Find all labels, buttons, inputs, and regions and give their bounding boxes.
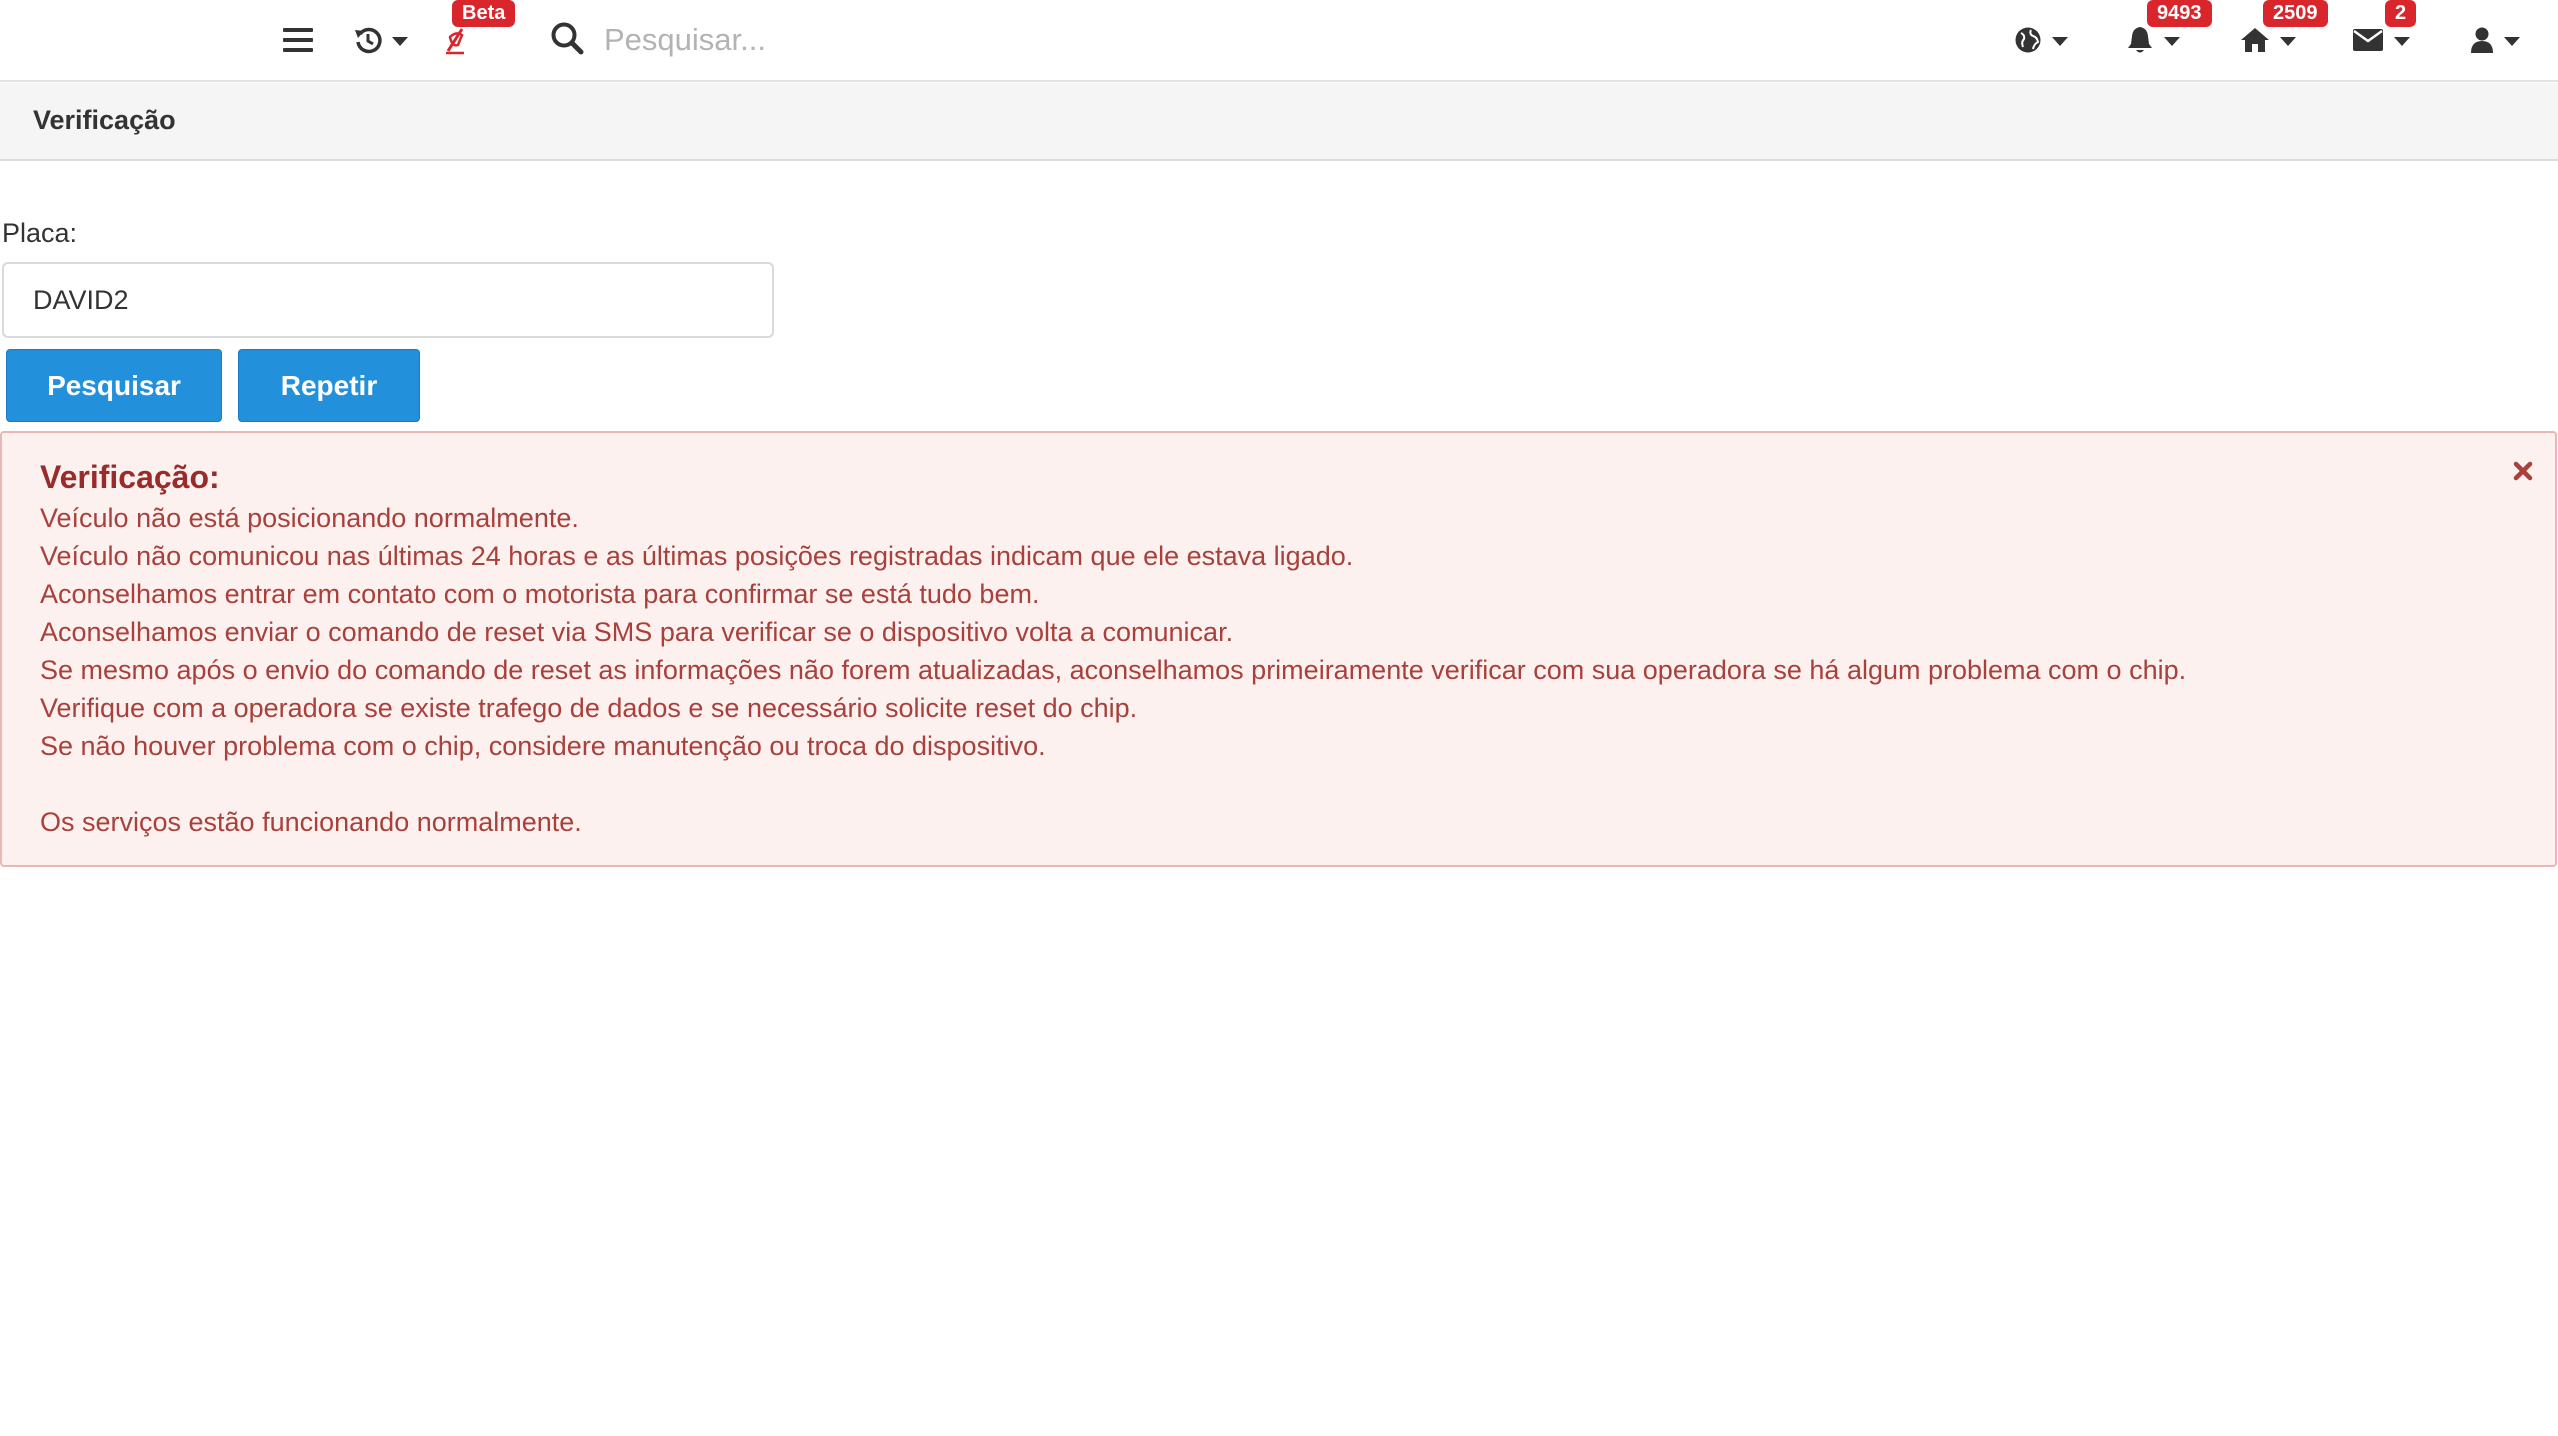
beta-feature-icon <box>444 25 468 55</box>
alert-line: Se não houver problema com o chip, consi… <box>40 731 1046 761</box>
plate-input[interactable] <box>2 262 774 338</box>
chevron-down-icon <box>2052 36 2068 46</box>
alert-title: Verificação: <box>40 459 220 495</box>
search-bar <box>550 14 1150 66</box>
verification-alert: Verificação: Veículo não está posicionan… <box>0 431 2557 867</box>
envelope-icon <box>2352 27 2384 53</box>
alert-message-list: Veículo não está posicionando normalment… <box>40 499 2186 765</box>
globe-icon <box>2014 26 2042 54</box>
notifications-count-badge: 9493 <box>2147 0 2212 27</box>
chevron-down-icon <box>2164 36 2180 46</box>
menu-button[interactable] <box>282 20 314 60</box>
chevron-down-icon <box>2394 36 2410 46</box>
home-count-badge: 2509 <box>2263 0 2328 27</box>
alert-line: Veículo não comunicou nas últimas 24 hor… <box>40 541 1354 571</box>
language-dropdown[interactable] <box>2014 20 2068 60</box>
plate-label: Placa: <box>2 218 78 248</box>
chevron-down-icon <box>392 36 408 46</box>
menu-icon <box>282 26 314 54</box>
repeat-button[interactable]: Repetir <box>238 349 420 422</box>
chevron-down-icon <box>2504 36 2520 46</box>
search-button[interactable]: Pesquisar <box>6 349 222 422</box>
alert-line: Se mesmo após o envio do comando de rese… <box>40 655 2187 685</box>
alert-line: Verifique com a operadora se existe traf… <box>40 693 1138 723</box>
close-icon <box>2513 461 2533 486</box>
top-navbar: Beta 9493 <box>0 0 2558 82</box>
history-dropdown[interactable] <box>354 20 408 60</box>
user-icon <box>2470 26 2494 54</box>
alert-line: Aconselhamos entrar em contato com o mot… <box>40 579 1040 609</box>
home-icon <box>2240 26 2270 54</box>
page-header: Verificação <box>0 83 2558 161</box>
chevron-down-icon <box>2280 36 2296 46</box>
messages-count-badge: 2 <box>2385 0 2417 27</box>
alert-line: Aconselhamos enviar o comando de reset v… <box>40 617 1234 647</box>
search-icon <box>550 21 584 60</box>
user-dropdown[interactable] <box>2470 20 2520 60</box>
alert-services-status: Os serviços estão funcionando normalment… <box>40 807 582 837</box>
alert-line: Veículo não está posicionando normalment… <box>40 503 579 533</box>
beta-badge: Beta <box>452 0 516 27</box>
close-alert-button[interactable] <box>2507 457 2539 489</box>
bell-icon <box>2126 25 2154 55</box>
page-title: Verificação <box>33 105 176 135</box>
history-icon <box>354 26 382 54</box>
search-input[interactable] <box>602 21 1102 59</box>
